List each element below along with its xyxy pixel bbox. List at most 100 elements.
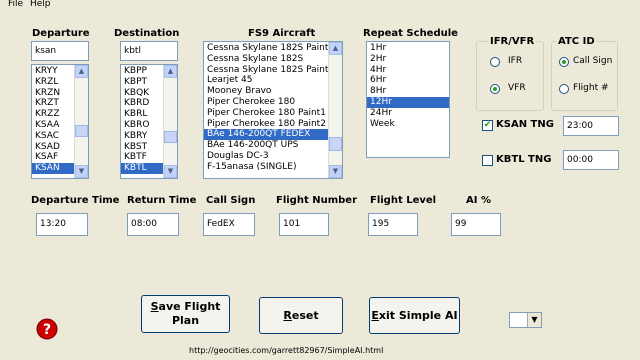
departure-input[interactable]: ksan [31,41,89,61]
scroll-down-icon[interactable]: ▼ [75,165,88,178]
kbtl-tng-time-input[interactable]: 00:00 [563,150,619,170]
flight-level-input[interactable]: 195 [368,213,418,236]
list-item[interactable]: KRZN [32,88,74,99]
scroll-thumb[interactable] [164,131,177,143]
list-item[interactable]: Cessna Skylane 182S Paint1 [204,65,334,76]
list-item[interactable]: Piper Cherokee 180 [204,97,328,108]
destination-scrollbar[interactable]: ▲ ▼ [163,65,177,178]
list-item[interactable]: KBTL [121,163,163,174]
scroll-down-icon[interactable]: ▼ [164,165,177,178]
atc-id-group [551,41,618,111]
list-item[interactable]: KBQK [121,88,163,99]
ifr-radio[interactable] [490,57,500,67]
ksan-tng-checkbox[interactable]: ✔ [482,120,493,131]
call-sign-label: Call Sign [206,195,256,206]
scroll-down-icon[interactable]: ▼ [329,165,342,178]
call-sign-radio-label: Call Sign [573,56,613,66]
list-item[interactable]: Cessna Skylane 182S [204,54,328,65]
chevron-down-icon[interactable]: ▼ [527,313,541,327]
list-item[interactable]: Piper Cherokee 180 Paint2 [204,119,328,130]
list-item[interactable]: 4Hr [367,65,449,76]
destination-label: Destination [114,28,180,39]
list-item[interactable]: KBST [121,142,163,153]
scroll-up-icon[interactable]: ▲ [164,65,177,78]
list-item[interactable]: Piper Cherokee 180 Paint1 [204,108,328,119]
call-sign-radio[interactable] [559,57,569,67]
list-item[interactable]: 24Hr [367,108,449,119]
flight-number-radio[interactable] [559,84,569,94]
list-item[interactable]: KBPP [121,66,163,77]
list-item[interactable]: KSAC [32,131,74,142]
save-flight-plan-button[interactable]: Save Flight Plan [141,295,230,333]
list-item[interactable]: Learjet 45 [204,75,328,86]
ksan-tng-time-input[interactable]: 23:00 [563,116,619,136]
vfr-radio[interactable] [490,84,500,94]
destination-listbox[interactable]: KBPP KBPT KBQK KBRD KBRL KBRO KBRY KBST KBTF KBTL… [120,64,178,179]
list-item[interactable]: BAe 146-200QT FEDEX [204,129,328,141]
list-item[interactable]: 1Hr [367,43,449,54]
call-sign-input[interactable]: FedEX [203,213,255,236]
list-item[interactable]: Week [367,119,449,130]
aircraft-scrollbar[interactable]: ▲ ▼ [328,42,342,178]
ifr-radio-label: IFR [508,56,523,66]
small-dropdown[interactable]: ▼ [509,312,542,328]
vfr-radio-label: VFR [508,83,526,93]
aircraft-listbox[interactable]: Cessna Skylane 182S Paint3 Cessna Skylane… [203,41,343,179]
scroll-up-icon[interactable]: ▲ [329,42,342,55]
kbtl-tng-label: KBTL TNG [496,154,552,165]
list-item[interactable]: Douglas DC-3 [204,151,328,162]
list-item[interactable]: KBRO [121,120,163,131]
footer-url[interactable]: http://geocities.com/garrett82967/Simple… [189,346,383,355]
list-item[interactable]: KSAD [32,142,74,153]
menu-file[interactable]: File [8,0,23,9]
destination-input[interactable]: kbtl [120,41,178,61]
kbtl-tng-checkbox[interactable] [482,155,493,166]
ksan-tng-label: KSAN TNG [496,119,554,130]
departure-listbox[interactable]: KRYY KRZL KRZN KRZT KRZZ KSAA KSAC KSAD KSAF KSAN… [31,64,89,179]
reset-button[interactable]: Reset [259,297,343,334]
list-item[interactable]: KSAF [32,152,74,163]
aircraft-label: FS9 Aircraft [248,28,316,39]
question-icon[interactable]: ? [36,318,58,340]
list-item[interactable]: KRZT [32,98,74,109]
list-item[interactable]: F-15anasa (SINGLE) [204,162,328,173]
departure-scrollbar[interactable]: ▲ ▼ [74,65,88,178]
list-item[interactable]: KRZL [32,77,74,88]
departure-time-input[interactable]: 13:20 [36,213,88,236]
list-item[interactable]: KBRY [121,131,163,142]
ifr-vfr-group [476,41,544,111]
menu-bar: File Help [0,0,640,11]
list-item[interactable]: KBTF [121,152,163,163]
ai-percent-input[interactable]: 99 [451,213,501,236]
list-item[interactable]: KBRL [121,109,163,120]
list-item[interactable]: 12Hr [367,96,449,108]
departure-label: Departure [32,28,90,39]
scroll-up-icon[interactable]: ▲ [75,65,88,78]
list-item[interactable]: KRZZ [32,109,74,120]
scroll-thumb[interactable] [329,137,342,151]
list-item[interactable]: Cessna Skylane 182S Paint3 [204,43,334,54]
departure-time-label: Departure Time [31,195,120,206]
list-item[interactable]: KSAA [32,120,74,131]
flight-number-radio-label: Flight # [573,83,609,93]
flight-number-label: Flight Number [276,195,358,206]
atc-id-label: ATC ID [556,36,597,47]
schedule-listbox[interactable]: 1Hr 2Hr 4Hr 6Hr 8Hr 12Hr 24Hr Week [366,41,450,158]
list-item[interactable]: KSAN [32,163,74,174]
return-time-input[interactable]: 08:00 [127,213,179,236]
list-item[interactable]: KBPT [121,77,163,88]
list-item[interactable]: 2Hr [367,54,449,65]
ifr-vfr-label: IFR/VFR [488,36,537,47]
list-item[interactable]: BAe 146-200QT UPS [204,140,328,151]
list-item[interactable]: 8Hr [367,86,449,97]
exit-simple-ai-button[interactable]: Exit Simple AI [369,297,460,334]
flight-number-input[interactable]: 101 [279,213,329,236]
menu-help[interactable]: Help [30,0,51,9]
return-time-label: Return Time [127,195,197,206]
list-item[interactable]: 6Hr [367,75,449,86]
ai-percent-label: AI % [466,195,491,206]
scroll-thumb[interactable] [75,125,88,137]
list-item[interactable]: KRYY [32,66,74,77]
list-item[interactable]: Mooney Bravo [204,86,328,97]
list-item[interactable]: KBRD [121,98,163,109]
